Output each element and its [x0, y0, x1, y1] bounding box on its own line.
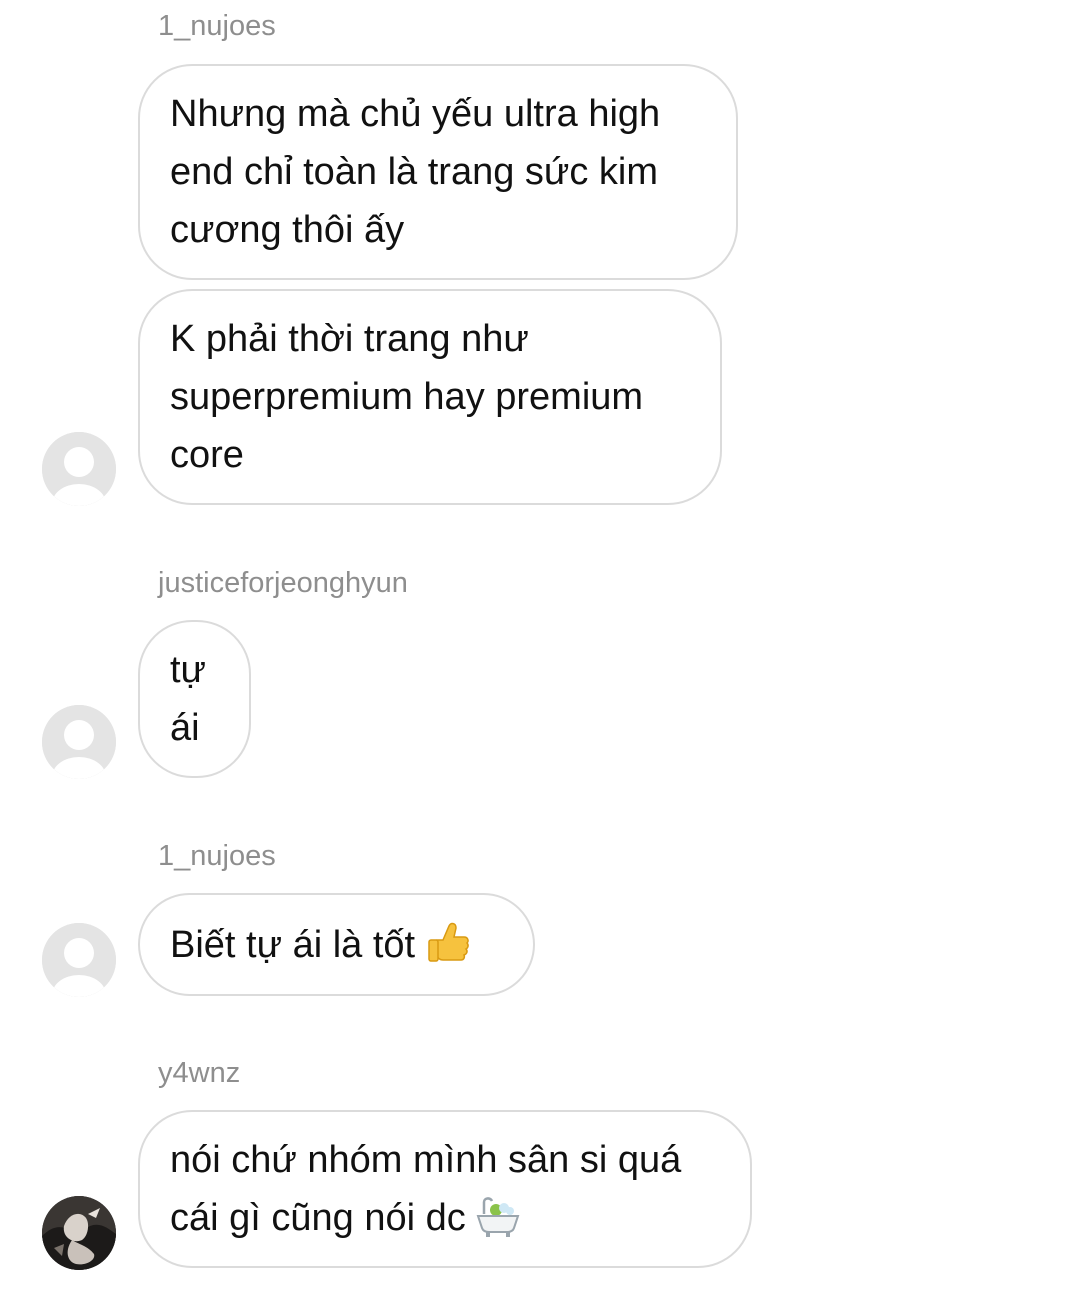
sender-username[interactable]: 1_nujoes	[158, 9, 276, 43]
avatar[interactable]	[42, 923, 116, 997]
message-bubble[interactable]: Nhưng mà chủ yếu ultra high end chỉ toàn…	[138, 64, 738, 280]
message-bubble[interactable]: K phải thời trang như superpremium hay p…	[138, 289, 722, 505]
sender-username[interactable]: y4wnz	[158, 1056, 240, 1090]
sender-username[interactable]: 1_nujoes	[158, 839, 276, 873]
message-bubble[interactable]: Biết tự ái là tốt	[138, 893, 535, 996]
message-text: nói chứ nhóm mình sân si quá cái gì cũng…	[170, 1139, 682, 1239]
message-bubble[interactable]: nói chứ nhóm mình sân si quá cái gì cũng…	[138, 1110, 752, 1268]
avatar[interactable]	[42, 1196, 116, 1270]
message-bubble[interactable]: tự ái	[138, 620, 251, 778]
message-text: Nhưng mà chủ yếu ultra high end chỉ toàn…	[170, 93, 661, 251]
default-avatar-icon	[42, 432, 116, 506]
default-avatar-icon	[42, 705, 116, 779]
thumbs-up-icon	[428, 923, 469, 963]
message-text: Biết tự ái là tốt	[170, 916, 471, 974]
avatar[interactable]	[42, 705, 116, 779]
default-avatar-icon	[42, 923, 116, 997]
user-photo-avatar	[42, 1196, 116, 1270]
avatar[interactable]	[42, 432, 116, 506]
bathtub-icon	[476, 1197, 520, 1237]
message-text: tự ái	[170, 649, 206, 749]
sender-username[interactable]: justiceforjeonghyun	[158, 566, 408, 600]
message-text: K phải thời trang như superpremium hay p…	[170, 318, 644, 476]
